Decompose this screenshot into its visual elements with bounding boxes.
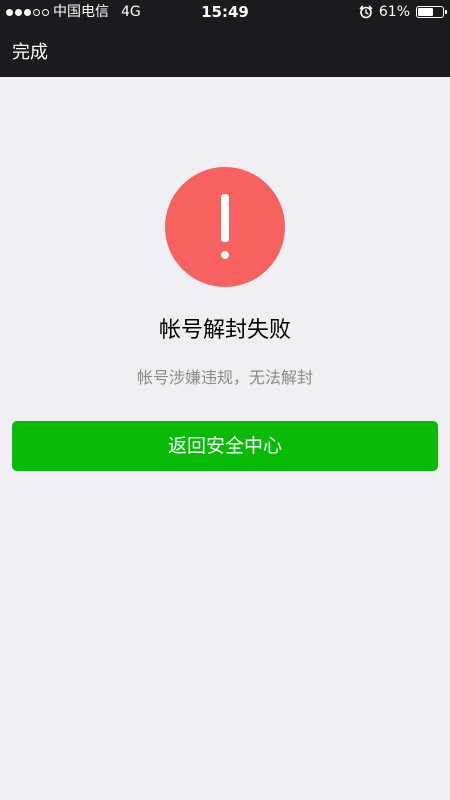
exclamation-bar — [221, 194, 229, 242]
exclamation-dot — [221, 251, 229, 259]
result-title: 帐号解封失败 — [158, 318, 291, 343]
status-right: 61% — [359, 0, 447, 24]
screen: 中国电信 4G 15:49 61% 完成 帐号解封失败 帐号涉嫌违规，无法解封 … — [0, 0, 450, 800]
result-description: 帐号涉嫌违规，无法解封 — [136, 368, 313, 387]
alarm-clock-icon — [359, 5, 373, 19]
top-bar: 中国电信 4G 15:49 61% 完成 — [0, 0, 450, 77]
return-security-center-button[interactable]: 返回安全中心 — [12, 421, 438, 471]
done-button[interactable]: 完成 — [12, 38, 48, 64]
navigation-bar: 完成 — [0, 24, 450, 77]
warning-exclamation-icon — [165, 167, 285, 287]
battery-percent: 61% — [378, 4, 410, 20]
battery-fill — [418, 8, 433, 16]
battery-icon — [416, 6, 447, 18]
status-bar: 中国电信 4G 15:49 61% — [0, 0, 450, 24]
